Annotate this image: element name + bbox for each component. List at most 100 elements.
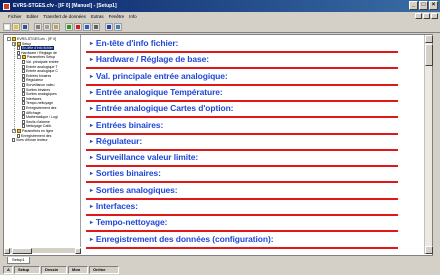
tree-item[interactable]: Seuils d'alarme [22, 119, 50, 124]
chevron-right-icon: ▸ [90, 220, 93, 227]
page-icon [22, 115, 25, 120]
tree-expander-icon[interactable] [17, 55, 21, 60]
minimize-button[interactable]: _ [409, 1, 418, 10]
page-icon [22, 101, 25, 106]
chevron-right-icon: ▸ [90, 41, 93, 47]
section-title: Sorties binaires: [95, 168, 161, 179]
tree-item[interactable]: EVRS-STGES.cfv - [IF 0] [7, 37, 56, 41]
print-button[interactable] [92, 22, 100, 31]
tree-item[interactable]: Tempo-nettoyage [22, 101, 54, 106]
mdi-close-button[interactable] [431, 13, 438, 19]
chevron-right-icon: ▸ [90, 236, 93, 243]
chevron-right-icon: ▸ [90, 138, 93, 145]
scroll-right-arrow[interactable] [75, 248, 81, 254]
maximize-button[interactable]: □ [419, 1, 428, 10]
section-title: Entrées binaires: [95, 119, 164, 130]
status-bar: A Setup Dessin Mon Online [0, 265, 440, 275]
section-header[interactable]: ▸ Surveillance valeur limite: [86, 149, 398, 168]
section-header[interactable]: ▸ Régulateur: [86, 133, 398, 151]
page-icon [22, 124, 25, 129]
section-header[interactable]: ▸ Entrées binaires: [86, 117, 398, 135]
tree-item[interactable]: Sorties binaires [22, 87, 50, 92]
tree-item[interactable]: Vues d'écran lecteur [12, 138, 48, 143]
tree-item[interactable]: Entrée analogique C [22, 69, 58, 74]
tree-item[interactable]: Interfaces [22, 96, 42, 101]
tree-item[interactable]: En-tête d'info fichier [17, 46, 54, 51]
tree-item[interactable]: Entrée analogique T [22, 64, 57, 69]
status-cell: Mon [68, 266, 88, 274]
content-vertical-scrollbar[interactable] [424, 35, 433, 254]
section-header[interactable]: ▸ En-tête d'info fichier: [86, 35, 398, 53]
section-title: Entrée analogique Cartes d'option: [95, 103, 234, 114]
section-header[interactable]: ▸ Entrée analogique Cartes d'option: [86, 100, 398, 119]
menu-edit[interactable]: Editer [27, 14, 39, 19]
scroll-up-arrow[interactable] [425, 35, 433, 43]
mdi-restore-button[interactable] [423, 13, 430, 19]
folder-icon [22, 55, 26, 60]
help-icon [107, 24, 111, 29]
tree-item[interactable]: Enregistrement des [17, 133, 51, 138]
scroll-down-arrow[interactable] [425, 246, 433, 254]
tree-item[interactable]: Mathématique / Logi [22, 115, 58, 120]
section-header[interactable]: ▸ Sorties binaires: [86, 165, 398, 184]
section-title: Hardware / Réglage de base: [95, 54, 209, 65]
section-header[interactable]: ▸ Hardware / Réglage de base: [86, 51, 398, 70]
scroll-thumb[interactable] [425, 44, 433, 66]
tree-item[interactable]: Nettoyage Calib. [22, 124, 52, 129]
section-header[interactable]: ▸ Tempo-nettoyage: [86, 214, 398, 233]
section-header[interactable]: ▸ Val. principale entrée analogique: [86, 68, 398, 86]
transfer-from-button[interactable] [74, 22, 82, 31]
menu-window[interactable]: Fenêtre [109, 14, 125, 19]
page-icon [17, 50, 20, 55]
menu-data-transfer[interactable]: Transfert de données [43, 14, 86, 19]
open-button[interactable] [12, 22, 20, 31]
tree-item[interactable]: Surveillance valeu [22, 83, 54, 87]
tree-item-label: Setup [22, 41, 32, 46]
transfer-to-button[interactable] [65, 22, 73, 31]
tree-item[interactable]: Entrées binaires [22, 73, 51, 78]
tree-item[interactable]: Hardware / Réglage de [17, 50, 57, 55]
folder-icon [12, 37, 16, 41]
setup-overview: ▸ En-tête d'info fichier: ▸ Hardware / Régl… [82, 35, 424, 254]
menu-file[interactable]: Fichier [8, 14, 22, 19]
tree-item[interactable]: Val. principale entrée [22, 60, 59, 64]
page-icon [22, 73, 25, 78]
page-icon [22, 96, 25, 101]
tree-item-label: Tempo-nettoyage [26, 101, 54, 106]
help-button[interactable] [105, 22, 113, 31]
tree-item-label: Hardware / Réglage de [21, 50, 57, 55]
paste-button[interactable] [52, 22, 60, 31]
tree-item-label: Interfaces [26, 96, 42, 101]
page-icon [12, 138, 15, 143]
section-header[interactable]: ▸ Enregistrement des données (configurati… [86, 231, 398, 249]
tree-item[interactable]: Régulateur [22, 78, 43, 83]
page-icon [22, 60, 25, 64]
tree-item[interactable]: Paramètres Setup [17, 55, 55, 60]
mdi-minimize-button[interactable] [415, 13, 422, 19]
window-button[interactable] [114, 22, 122, 31]
save-button[interactable] [21, 22, 29, 31]
scroll-thumb[interactable] [12, 248, 32, 254]
chevron-right-icon: ▸ [90, 73, 93, 80]
tree-item[interactable]: Sorties analogiques [22, 92, 57, 97]
tree-item[interactable]: Paramètres en ligne [12, 129, 53, 133]
tree-expander-icon[interactable] [7, 37, 11, 41]
tree-horizontal-scrollbar[interactable] [4, 247, 81, 254]
tree-item-label: Enregistrement des [26, 106, 57, 110]
close-button[interactable]: × [429, 1, 438, 10]
menu-extras[interactable]: Extras [91, 14, 104, 19]
online-button[interactable] [83, 22, 91, 31]
cut-button[interactable] [34, 22, 42, 31]
section-header[interactable]: ▸ Sorties analogiques: [86, 182, 398, 200]
new-button[interactable] [3, 22, 11, 31]
scroll-left-arrow[interactable] [4, 248, 10, 254]
tree-item[interactable]: Affichage [22, 110, 41, 115]
tab-setup1[interactable]: Setup1 [7, 257, 30, 264]
copy-button[interactable] [43, 22, 51, 31]
tree-item[interactable]: Enregistrement des [22, 106, 56, 110]
section-header[interactable]: ▸ Interfaces: [86, 198, 398, 216]
chevron-right-icon: ▸ [90, 89, 93, 96]
menu-info[interactable]: Info [129, 14, 137, 19]
folder-icon [17, 41, 21, 46]
section-header[interactable]: ▸ Entrée analogique Température: [86, 84, 398, 102]
